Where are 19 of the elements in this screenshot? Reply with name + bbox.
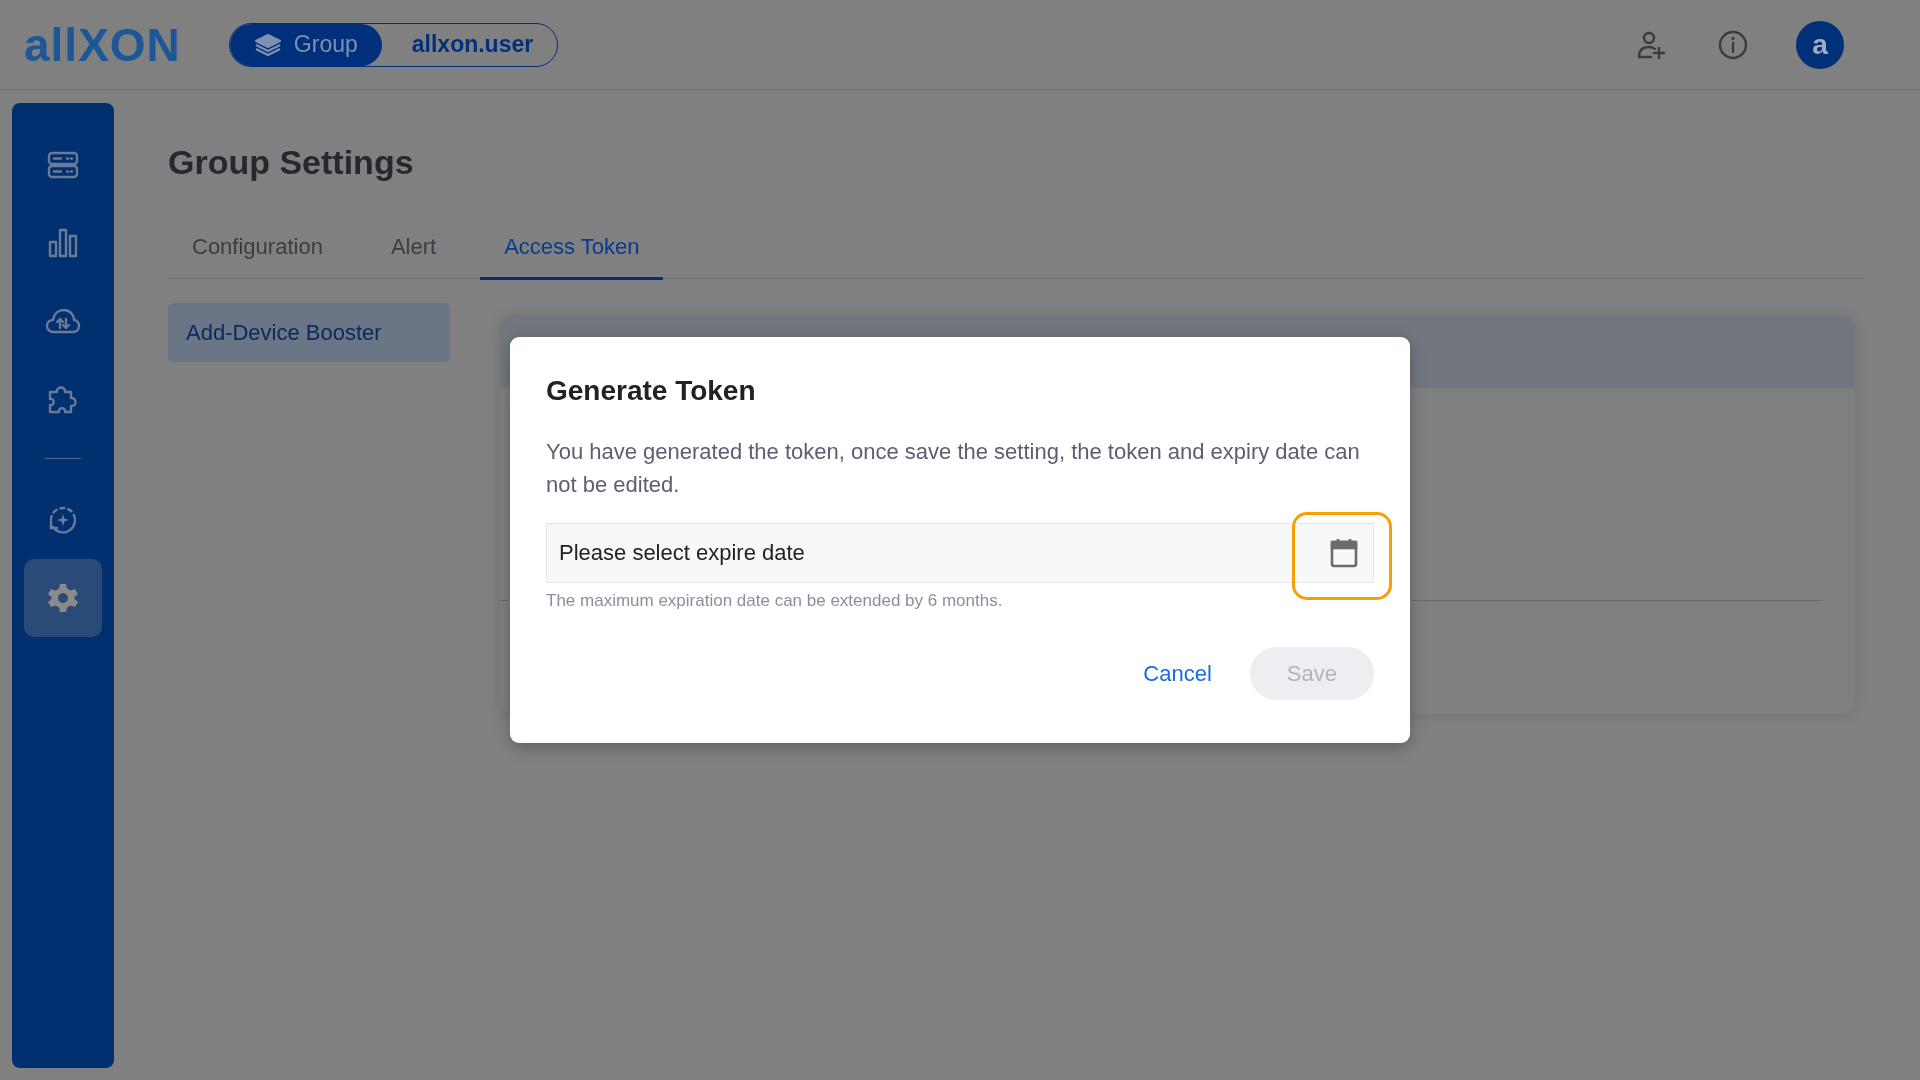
avatar[interactable]: a	[1796, 20, 1844, 69]
tab[interactable]: Configuration	[168, 216, 347, 280]
user-toggle[interactable]: allxon.user	[381, 23, 558, 66]
dialog-title: Generate Token	[546, 374, 757, 408]
layers-icon	[253, 32, 282, 57]
calendar-icon[interactable]	[1330, 538, 1358, 569]
info-icon[interactable]	[1718, 29, 1748, 60]
add-user-icon[interactable]	[1636, 29, 1666, 60]
logo: allXON	[24, 21, 181, 68]
date-field[interactable]: Please select expire date	[546, 523, 1374, 584]
tab[interactable]: Alert	[366, 216, 461, 280]
tab[interactable]: Access Token	[480, 216, 664, 280]
hint-text: The maximum expiration date can be extended by 6 months.	[546, 591, 1004, 612]
cancel-button[interactable]: Cancel	[1143, 660, 1212, 687]
settings-icon[interactable]	[24, 559, 102, 637]
page-title: Group Settings	[168, 142, 415, 183]
side-menu-item[interactable]: Add-Device Booster	[168, 303, 450, 363]
dialog-message: You have generated the token, once save the setting, the token and expiry date can not be edited.	[546, 438, 1361, 500]
group-toggle[interactable]: Group	[229, 23, 382, 66]
